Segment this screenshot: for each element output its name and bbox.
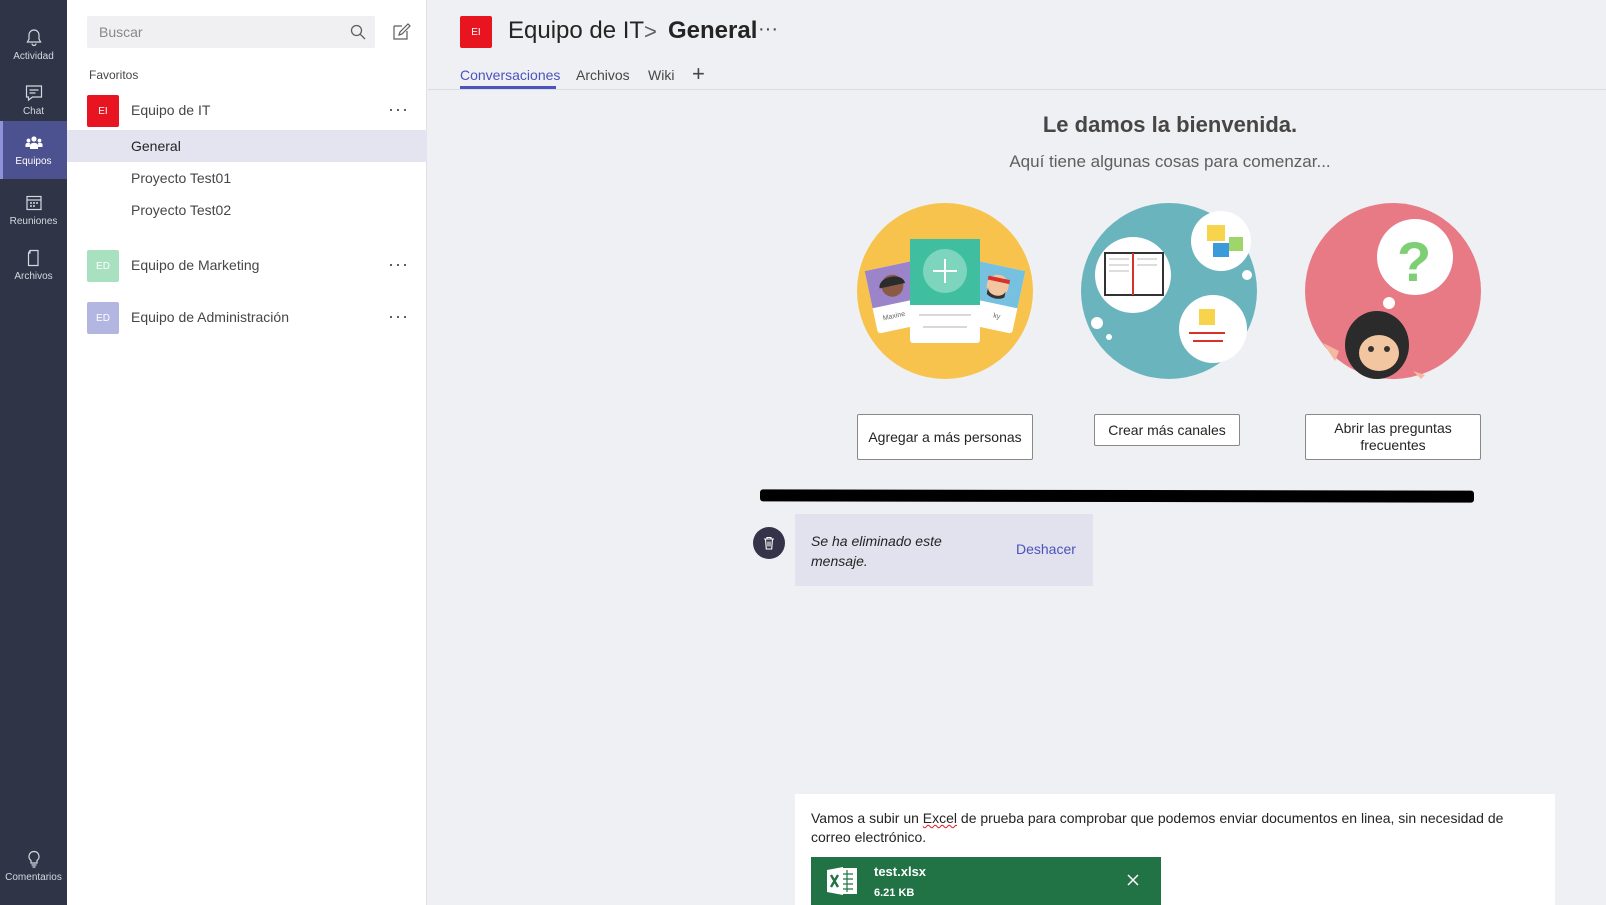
- channel-proyecto-test02[interactable]: Proyecto Test02: [67, 194, 427, 226]
- tab-conversaciones[interactable]: Conversaciones: [460, 67, 560, 83]
- appbar-label: Actividad: [13, 51, 54, 62]
- header-divider: [428, 89, 1606, 90]
- add-people-illustration: Maxine ky: [857, 203, 1033, 379]
- open-faq-button[interactable]: Abrir las preguntas frecuentes: [1305, 414, 1481, 460]
- appbar-chat[interactable]: Chat: [0, 72, 67, 128]
- search-input[interactable]: Buscar: [87, 16, 375, 48]
- channel-general[interactable]: General: [67, 130, 427, 162]
- tab-archivos[interactable]: Archivos: [576, 67, 630, 83]
- team-equipo-it[interactable]: EI Equipo de IT ···: [67, 91, 427, 131]
- channels-illustration: [1081, 203, 1257, 379]
- tab-wiki[interactable]: Wiki: [648, 67, 674, 83]
- breadcrumb-channel: General: [668, 17, 758, 44]
- calendar-icon: [25, 195, 42, 211]
- appbar-label: Comentarios: [5, 872, 62, 883]
- trash-icon: [753, 527, 785, 559]
- appbar-files[interactable]: Archivos: [0, 237, 67, 293]
- channel-name: Proyecto Test02: [131, 202, 232, 218]
- add-people-button[interactable]: Agregar a más personas: [857, 414, 1033, 460]
- teams-icon: [25, 136, 42, 149]
- breadcrumb-team[interactable]: Equipo de IT: [508, 17, 644, 45]
- appbar-teams[interactable]: Equipos: [0, 121, 67, 179]
- team-avatar: EI: [87, 95, 119, 127]
- faq-illustration: ?: [1305, 203, 1481, 379]
- compose-icon[interactable]: [390, 21, 412, 43]
- appbar-label: Chat: [22, 106, 45, 117]
- favorites-title: Favoritos: [89, 68, 139, 82]
- file-icon: [27, 249, 39, 267]
- create-channels-button[interactable]: Crear más canales: [1094, 414, 1240, 446]
- more-options-icon[interactable]: ···: [388, 99, 409, 120]
- close-icon[interactable]: [1123, 870, 1143, 890]
- deleted-message-card: Se ha eliminado este mensaje. Deshacer: [795, 514, 1093, 586]
- search-icon[interactable]: [349, 23, 367, 41]
- attachment-chip[interactable]: test.xlsx 6.21 KB: [811, 857, 1161, 905]
- breadcrumb-separator: >: [644, 19, 657, 44]
- channel-more-icon[interactable]: ···: [758, 18, 778, 41]
- team-equipo-administracion[interactable]: ED Equipo de Administración ···: [67, 298, 427, 338]
- appbar-activity[interactable]: Actividad: [0, 17, 67, 73]
- team-avatar: EI: [460, 16, 492, 48]
- team-name: Equipo de IT: [131, 102, 211, 118]
- deleted-message-text: Se ha eliminado este mensaje.: [811, 533, 942, 569]
- appbar-label: Equipos: [15, 156, 52, 167]
- appbar-label: Reuniones: [9, 216, 58, 227]
- welcome-title: Le damos la bienvenida.: [1042, 112, 1298, 137]
- appbar-meetings[interactable]: Reuniones: [0, 182, 67, 238]
- welcome-subtitle: Aquí tiene algunas cosas para comenzar..…: [1009, 152, 1331, 171]
- team-avatar: ED: [87, 302, 119, 334]
- teams-sidebar: Buscar Favoritos EI Equipo de IT ··· Gen…: [67, 0, 427, 905]
- channel-name: Proyecto Test01: [131, 170, 232, 186]
- svg-text:?: ?: [1397, 230, 1431, 293]
- team-equipo-marketing[interactable]: ED Equipo de Marketing ···: [67, 246, 427, 286]
- lightbulb-icon: [27, 850, 40, 868]
- team-avatar: ED: [87, 250, 119, 282]
- compose-message-text[interactable]: Vamos a subir un Excel de prueba para co…: [811, 809, 1541, 847]
- appbar-feedback[interactable]: Comentarios: [0, 838, 67, 894]
- chat-icon: [25, 85, 42, 102]
- spellcheck-flagged-word[interactable]: Excel: [923, 810, 957, 826]
- more-options-icon[interactable]: ···: [388, 306, 409, 327]
- add-tab-icon[interactable]: +: [692, 61, 705, 87]
- attachment-name: test.xlsx: [874, 864, 927, 879]
- message-text-part: Vamos a subir un: [811, 810, 923, 826]
- redaction-bar: [759, 489, 1475, 503]
- undo-link[interactable]: Deshacer: [1016, 541, 1076, 557]
- bell-icon: [25, 29, 42, 47]
- appbar-label: Archivos: [14, 271, 53, 282]
- channel-name: General: [131, 138, 181, 154]
- compose-message-box[interactable]: Vamos a subir un Excel de prueba para co…: [795, 794, 1555, 905]
- search-placeholder: Buscar: [99, 24, 143, 40]
- app-bar: Actividad Chat Equipos Reuniones Archivo…: [0, 0, 67, 905]
- team-name: Equipo de Marketing: [131, 257, 260, 273]
- channel-proyecto-test01[interactable]: Proyecto Test01: [67, 162, 427, 194]
- excel-icon: [827, 867, 857, 895]
- attachment-size: 6.21 KB: [874, 887, 915, 899]
- more-options-icon[interactable]: ···: [388, 254, 409, 275]
- team-name: Equipo de Administración: [131, 309, 289, 325]
